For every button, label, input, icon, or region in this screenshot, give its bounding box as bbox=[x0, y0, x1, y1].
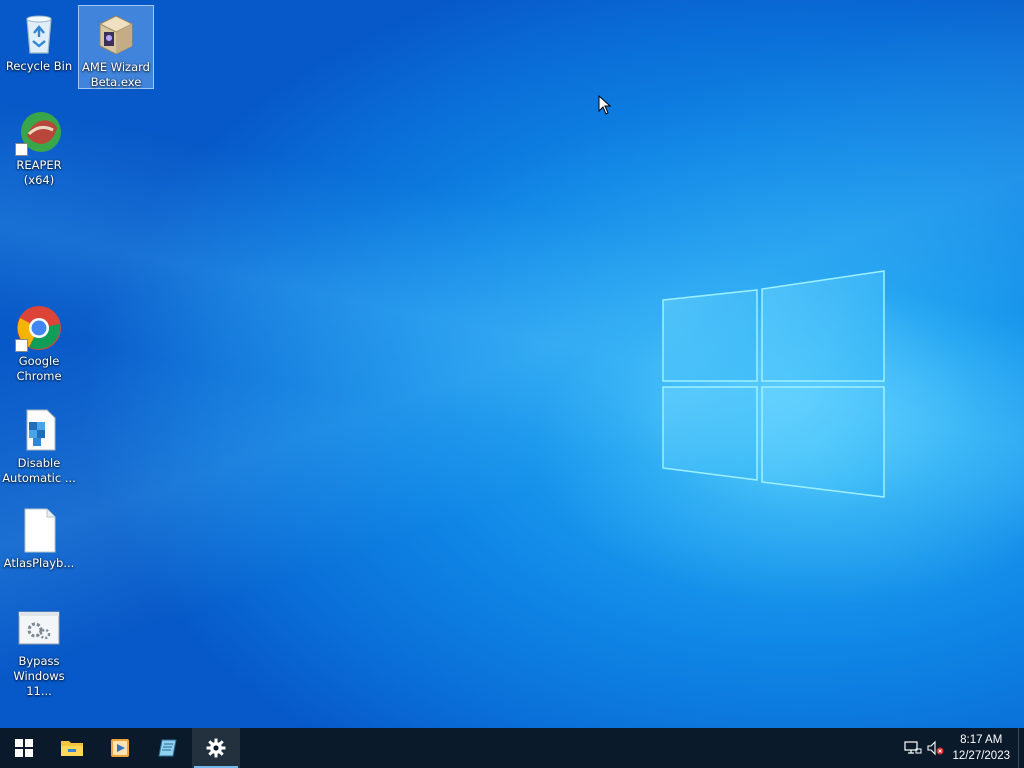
file-explorer-icon bbox=[61, 741, 83, 756]
icon-label: Recycle Bin bbox=[5, 59, 73, 73]
taskbar-file-explorer[interactable] bbox=[48, 728, 96, 768]
settings-window-icon bbox=[15, 604, 63, 652]
icon-label: Bypass Windows 11... bbox=[13, 654, 65, 698]
mouse-cursor-icon bbox=[598, 95, 612, 115]
chrome-icon bbox=[15, 304, 63, 352]
desktop-icon-ame-wizard[interactable]: AME Wizard Beta.exe bbox=[78, 5, 154, 89]
start-button[interactable] bbox=[0, 728, 48, 768]
notepad-icon bbox=[158, 739, 177, 757]
tray-clock[interactable]: 8:17 AM 12/27/2023 bbox=[946, 732, 1018, 764]
settings-gear-icon bbox=[206, 738, 226, 758]
shortcut-arrow-icon bbox=[15, 339, 28, 352]
desktop-icon-google-chrome[interactable]: Google Chrome bbox=[1, 300, 77, 386]
taskbar-media-player[interactable] bbox=[96, 728, 144, 768]
taskbar-settings[interactable] bbox=[192, 728, 240, 768]
icon-label: AME Wizard Beta.exe bbox=[82, 60, 150, 89]
tray-volume[interactable] bbox=[924, 728, 946, 768]
desktop-icon-recycle-bin[interactable]: Recycle Bin bbox=[1, 5, 77, 85]
icon-label: Google Chrome bbox=[16, 354, 62, 383]
taskbar: 8:17 AM 12/27/2023 bbox=[0, 728, 1024, 768]
system-tray: 8:17 AM 12/27/2023 bbox=[902, 728, 1024, 768]
show-desktop-button[interactable] bbox=[1018, 728, 1024, 768]
media-player-icon bbox=[111, 739, 129, 757]
reaper-icon bbox=[15, 108, 63, 156]
shortcut-arrow-icon bbox=[15, 143, 28, 156]
taskbar-notepad[interactable] bbox=[144, 728, 192, 768]
icon-label: Disable Automatic ... bbox=[2, 456, 76, 485]
ame-wizard-icon bbox=[92, 10, 140, 58]
blank-file-icon bbox=[15, 506, 63, 554]
desktop-icon-atlas-playbook[interactable]: AtlasPlayb... bbox=[1, 502, 77, 572]
windows-logo-wallpaper bbox=[662, 270, 885, 498]
clock-time: 8:17 AM bbox=[960, 734, 1003, 746]
tray-network[interactable] bbox=[902, 728, 924, 768]
desktop-icon-reaper[interactable]: REAPER (x64) bbox=[1, 104, 77, 187]
registry-file-icon bbox=[15, 406, 63, 454]
desktop-icon-registry-file[interactable]: Disable Automatic ... bbox=[1, 402, 77, 488]
icon-label: REAPER (x64) bbox=[16, 158, 62, 187]
volume-muted-icon bbox=[927, 740, 944, 756]
network-icon bbox=[904, 741, 922, 754]
windows-start-icon bbox=[15, 739, 33, 757]
desktop-icon-bypass-windows-11[interactable]: Bypass Windows 11... bbox=[1, 600, 77, 698]
clock-date: 12/27/2023 bbox=[952, 750, 1010, 762]
icon-label: AtlasPlayb... bbox=[3, 556, 75, 570]
recycle-bin-icon bbox=[15, 9, 63, 57]
